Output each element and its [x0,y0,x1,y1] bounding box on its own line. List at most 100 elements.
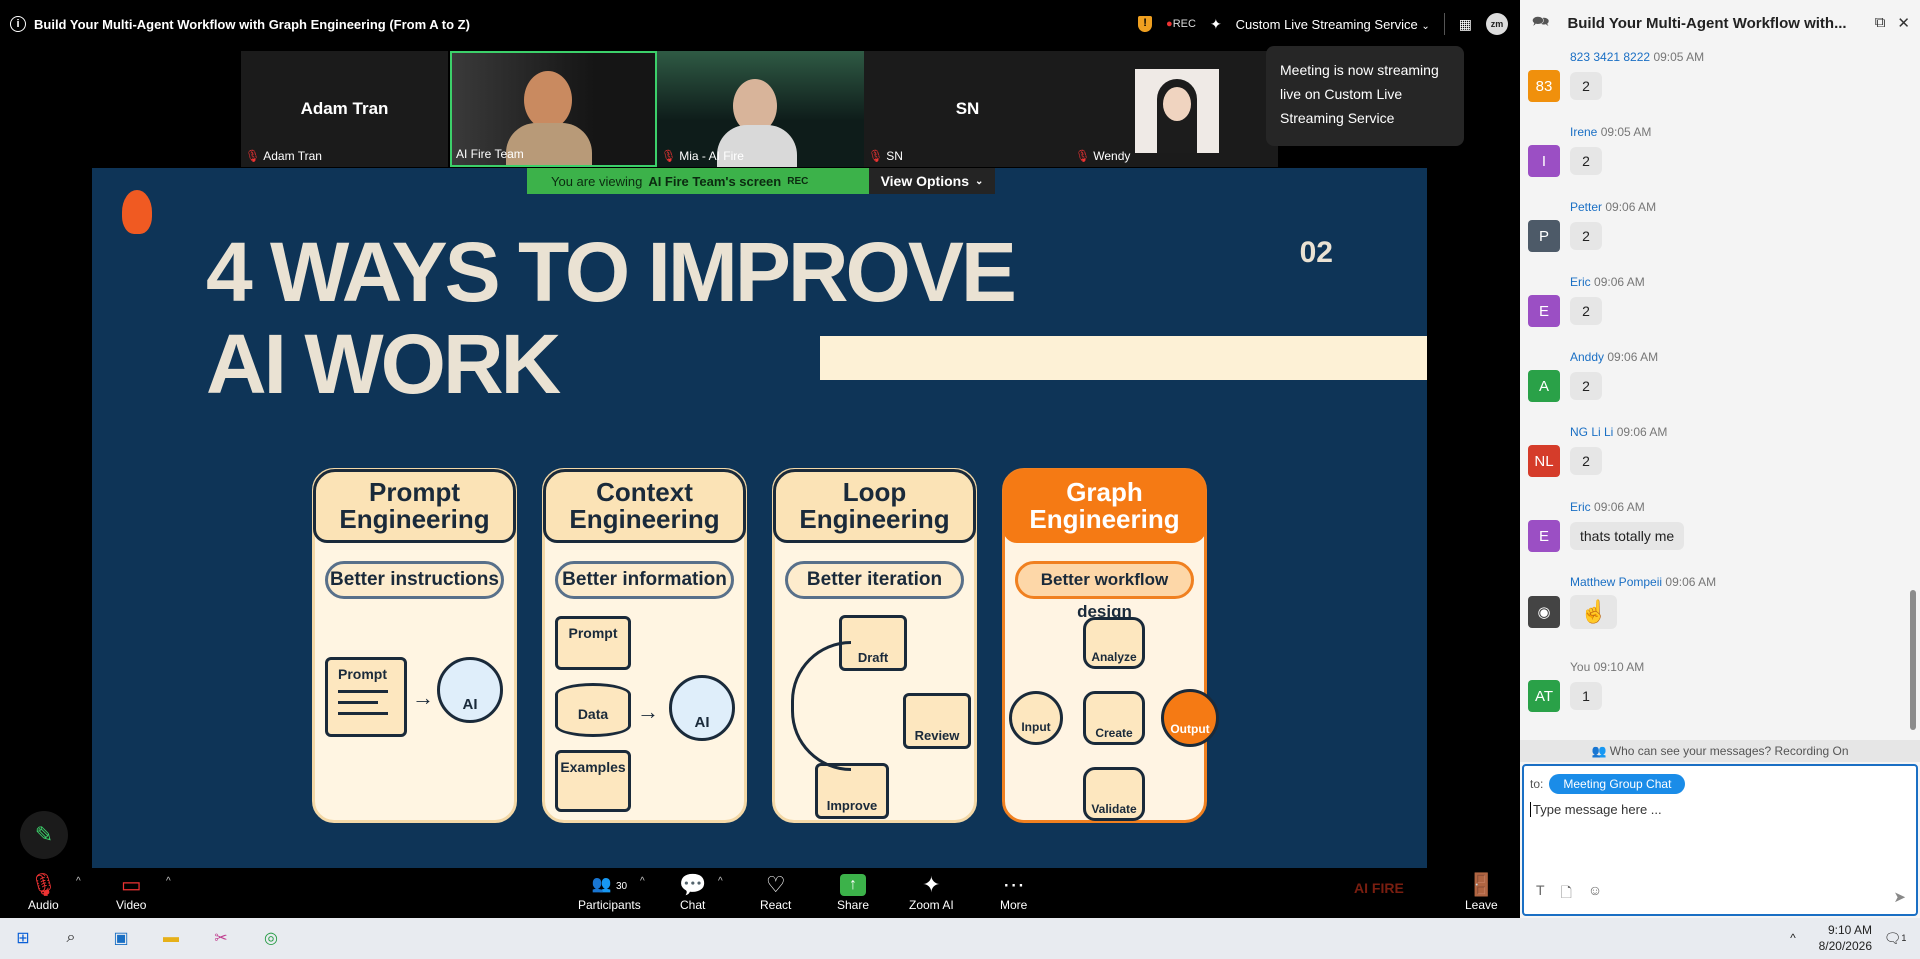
card-title-line1: Context [596,477,693,507]
close-icon[interactable]: ✕ [1897,14,1910,32]
message-text: 1 [1570,682,1602,710]
user-avatar[interactable]: zm [1486,13,1508,35]
react-button[interactable]: ♡ React [760,872,791,912]
avatar: E [1528,295,1560,327]
streaming-toast: Meeting is now streaming live on Custom … [1266,46,1464,146]
avatar: AT [1528,680,1560,712]
message-text: 2 [1570,72,1602,100]
message-input[interactable]: Type message here ... [1530,802,1662,817]
streaming-service-menu[interactable]: Custom Live Streaming Service ⌄ [1236,17,1430,32]
more-button[interactable]: ⋯ More [1000,872,1027,912]
prompt-box: Prompt [325,657,407,737]
file-icon[interactable]: 🗋 [1561,882,1572,906]
zoom-ai-button[interactable]: ✦ Zoom AI [909,872,954,912]
system-clock[interactable]: 9:10 AM 8/20/2026 [1819,922,1872,954]
message-text: 2 [1570,147,1602,175]
who-can-see-button[interactable]: 👥 Who can see your messages? Recording O… [1520,740,1920,762]
input-node: Input [1009,691,1063,745]
chat-options-caret-icon[interactable]: ^ [718,876,723,887]
fire-logo-icon [122,190,152,234]
avatar: I [1528,145,1560,177]
meeting-title: Build Your Multi-Agent Workflow with Gra… [34,16,470,32]
format-icon[interactable]: T [1536,882,1545,906]
store-app-icon[interactable]: ▣ [108,926,134,950]
snipping-tool-icon[interactable]: ✂ [208,926,234,950]
chat-header: 🗪 Build Your Multi-Agent Workflow with..… [1520,0,1920,46]
participant-tile-wendy[interactable]: 🎙 Wendy [1071,51,1278,167]
tray-expand-icon[interactable]: ^ [1780,926,1806,950]
annotate-pencil-icon[interactable]: ✎ [20,811,68,859]
message-sender: Irene [1570,125,1598,139]
shared-screen: 4 WAYS TO IMPROVE AI WORK 02 Prompt Engin… [92,168,1427,868]
card-context-engineering: Context Engineering Better information Pr… [542,468,747,823]
message-time: 09:05 AM [1653,50,1705,64]
share-button[interactable]: ↑ Share [837,872,869,912]
message-time: 09:05 AM [1600,125,1652,139]
video-options-caret-icon[interactable]: ^ [166,876,171,887]
view-options-button[interactable]: View Options ⌄ [869,168,995,194]
message-sender: 823 3421 8222 [1570,50,1651,64]
leave-button[interactable]: 🚪 Leave [1465,872,1498,912]
divider [1443,13,1445,35]
participants-button[interactable]: 👥 30 Participants [578,872,641,912]
participant-tile-adam-tran[interactable]: Adam Tran 🎙 Adam Tran [241,51,448,167]
chat-scrollbar[interactable] [1910,590,1916,730]
participant-tile-sn[interactable]: SN 🎙 SN [864,51,1071,167]
review-box: Review [903,693,971,749]
ai-robot-label: AI [694,714,710,731]
message-sender: You [1570,660,1591,674]
notification-count: 1 [1901,933,1907,943]
card-title: Context Engineering [543,469,746,543]
chat-button[interactable]: 💬 Chat [679,872,706,912]
share-screen-icon: ↑ [840,874,867,896]
security-shield-icon[interactable]: ! [1138,16,1153,32]
chat-panel: 🗪 Build Your Multi-Agent Workflow with..… [1520,0,1920,918]
emoji-icon[interactable]: ☺ [1588,882,1602,906]
audio-button[interactable]: 🎙 Audio [28,872,59,912]
notification-icon[interactable]: 🗨 1 [1882,926,1908,950]
layout-grid-icon[interactable]: ▦ [1459,16,1472,33]
card-subtitle: Better workflow design [1015,561,1194,621]
chat-message-list[interactable]: 823 3421 8222 09:05 AM 83 2 Irene 09:05 AM… [1520,46,1920,732]
sparkle-icon[interactable]: ✦ [1210,16,1222,33]
avatar: 83 [1528,70,1560,102]
chat-message: Matthew Pompeii 09:06 AM ◉ ☝ [1528,575,1716,629]
who-can-see-label: Who can see your messages? Recording On [1609,744,1849,758]
slide-accent-bar [820,336,1427,380]
card-title-line1: Prompt [369,477,460,507]
recording-indicator[interactable]: ●REC [1166,18,1196,30]
windows-start-icon[interactable]: ⊞ [10,926,36,950]
message-time: 09:06 AM [1594,275,1645,289]
send-icon[interactable]: ➤ [1893,888,1906,906]
participants-options-caret-icon[interactable]: ^ [640,876,645,887]
participant-tile-mia[interactable]: 🎙 Mia - AI Fire [657,51,864,167]
message-time: 09:06 AM [1665,575,1717,589]
viewing-screen-banner: You are viewing AI Fire Team's screen RE… [527,168,869,194]
slide-title-line1: 4 WAYS TO IMPROVE [206,225,1017,319]
card-title-line1: Loop [842,477,907,507]
file-explorer-icon[interactable]: ▬ [158,926,184,950]
video-off-icon: ▭ [120,872,142,897]
more-label: More [1000,898,1028,912]
participant-tile-ai-fire-team[interactable]: AI Fire Team [450,51,657,167]
info-icon[interactable]: i [10,16,26,32]
view-options-label: View Options [880,173,970,189]
chat-message: You 09:10 AM AT 1 [1528,660,1644,712]
viewing-rec: REC [787,175,809,187]
audio-options-caret-icon[interactable]: ^ [76,876,81,887]
chrome-icon[interactable]: ◎ [258,926,284,950]
video-button[interactable]: ▭ Video [116,872,146,912]
people-icon: 👥 [1591,744,1607,758]
pop-out-icon[interactable]: ⧉ [1875,14,1886,32]
search-icon[interactable]: ⌕ [58,926,84,950]
card-title: Prompt Engineering [313,469,516,543]
sparkle-icon: ✦ [922,872,941,897]
recipient-chip[interactable]: Meeting Group Chat [1549,774,1686,794]
avatar: E [1528,520,1560,552]
card-graph-engineering: Graph Engineering Better workflow design … [1002,468,1219,823]
message-sender: Petter [1570,200,1603,214]
message-text: thats totally me [1570,522,1685,550]
message-sender: Eric [1570,275,1591,289]
mic-muted-icon: 🎙 [868,149,884,163]
chat-compose-box[interactable]: to: Meeting Group Chat Type message here … [1522,764,1918,916]
